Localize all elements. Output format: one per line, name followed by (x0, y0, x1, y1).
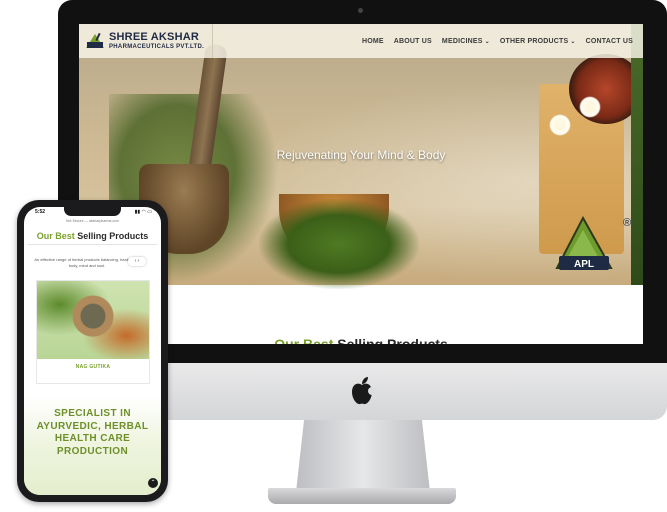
status-time: 5:52 (35, 209, 46, 215)
chevron-down-icon: ⌄ (484, 38, 490, 45)
registered-mark: ® (623, 217, 631, 229)
imac-stand (296, 420, 430, 492)
nav-about-us[interactable]: ABOUT US (394, 38, 432, 45)
nav-other-products[interactable]: OTHER PRODUCTS ⌄ (500, 38, 576, 45)
product-image (37, 281, 149, 359)
hero-title: Rejuvenating Your Mind & Body (276, 148, 446, 162)
mobile-section-heading: Our Best Selling Products (36, 231, 149, 241)
section-description: An effective range of herbal products ba… (34, 257, 140, 268)
scroll-top-button[interactable]: ⌃ (148, 478, 158, 488)
mobile-website: 5:52 ▮▮ ◠ ▭ Not Secure — aksharpharma.co… (24, 207, 161, 495)
nav-menu: HOME ABOUT US MEDICINES ⌄ OTHER PRODUCTS ⌄… (362, 24, 633, 58)
nav-medicines[interactable]: MEDICINES ⌄ (442, 38, 490, 45)
specialist-text: SPECIALIST IN AYURVEDIC, HERBAL HEALTH C… (36, 408, 149, 457)
top-navbar: SHREE AKSHAR PHARMACEUTICALS PVT.LTD. HO… (79, 24, 643, 58)
chevron-up-icon: ⌃ (150, 480, 156, 486)
chevron-down-icon: ⌄ (570, 38, 576, 45)
apl-logo: ® APL (553, 212, 635, 282)
camera-icon (358, 8, 363, 13)
apple-logo-icon (349, 376, 376, 406)
apl-text: APL (574, 259, 594, 270)
flower-image (579, 96, 601, 118)
specialist-banner: SPECIALIST IN AYURVEDIC, HERBAL HEALTH C… (24, 396, 161, 495)
iphone-frame: 5:52 ▮▮ ◠ ▭ Not Secure — aksharpharma.co… (17, 200, 168, 502)
imac-base (268, 488, 456, 504)
phone-notch (64, 207, 121, 216)
status-icons: ▮▮ ◠ ▭ (134, 209, 152, 215)
flower-image (549, 114, 571, 136)
site-logo[interactable]: SHREE AKSHAR PHARMACEUTICALS PVT.LTD. (85, 24, 214, 58)
tulsi-leaves-image (259, 199, 419, 289)
nav-home[interactable]: HOME (362, 38, 384, 45)
carousel-arrows[interactable]: ‹ › (128, 257, 146, 266)
url-bar[interactable]: Not Secure — aksharpharma.com (24, 219, 161, 223)
product-card[interactable]: NAG GUTIKA (36, 280, 150, 384)
nav-contact-us[interactable]: CONTACT US (586, 38, 633, 45)
product-name: NAG GUTIKA (75, 364, 111, 370)
logo-name: SHREE AKSHAR (109, 31, 200, 43)
mortar-logo-icon (85, 32, 105, 49)
logo-subtitle: PHARMACEUTICALS PVT.LTD. (109, 44, 205, 50)
divider (28, 244, 157, 245)
